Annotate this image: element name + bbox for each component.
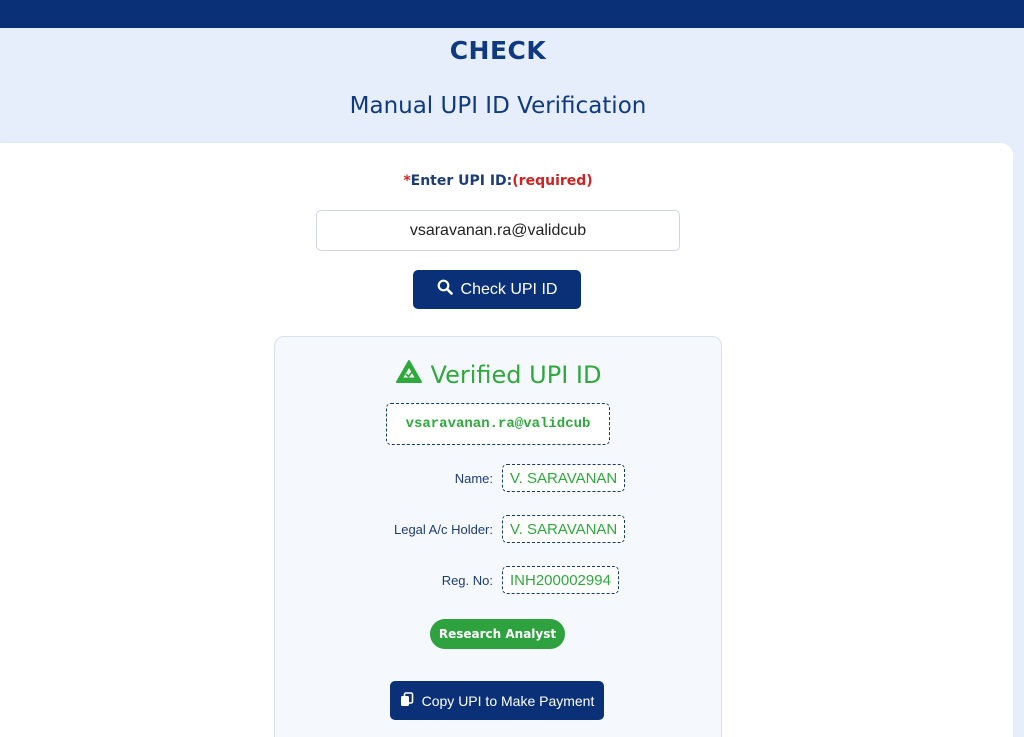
account-holder-label: Legal A/c Holder: xyxy=(393,522,493,537)
category-badge: Research Analyst xyxy=(430,619,565,649)
verified-heading-text: Verified UPI ID xyxy=(430,361,602,389)
copy-icon xyxy=(400,691,414,710)
check-upi-button[interactable]: Check UPI ID xyxy=(413,270,581,309)
upi-field-label: *Enter UPI ID:(required) xyxy=(0,173,996,189)
search-icon xyxy=(437,279,453,300)
page-title: Manual UPI ID Verification xyxy=(349,93,647,119)
upi-id-input[interactable] xyxy=(316,210,680,251)
copy-upi-button[interactable]: Copy UPI to Make Payment xyxy=(390,681,604,720)
brand-title: CHECK xyxy=(449,36,547,65)
registration-number-value: INH200002994 xyxy=(502,566,619,594)
name-label: Name: xyxy=(454,471,493,486)
registration-number-label: Reg. No: xyxy=(441,573,493,588)
verified-upi-value: vsaravanan.ra@validcub xyxy=(386,403,610,445)
verified-heading: Verified UPI ID xyxy=(0,359,996,391)
account-holder-value: V. SARAVANAN xyxy=(502,515,626,543)
upi-label-text: Enter UPI ID: xyxy=(410,173,513,189)
top-navigation-bar xyxy=(0,0,1024,28)
required-note: (required) xyxy=(512,173,593,189)
page-edge xyxy=(1013,143,1024,737)
copy-upi-button-label: Copy UPI to Make Payment xyxy=(421,692,595,709)
check-upi-button-label: Check UPI ID xyxy=(460,280,558,298)
required-asterisk: * xyxy=(403,173,411,189)
name-value: V. SARAVANAN xyxy=(502,464,626,492)
verified-triangle-icon xyxy=(395,359,423,391)
